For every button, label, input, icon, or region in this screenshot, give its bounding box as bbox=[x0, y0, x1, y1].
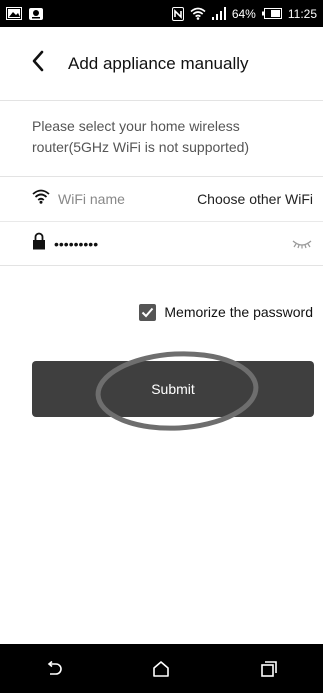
system-navigation-bar bbox=[0, 644, 323, 693]
recents-icon bbox=[261, 660, 277, 677]
app-header: Add appliance manually bbox=[0, 27, 323, 101]
status-bar: 64% 11:25 bbox=[0, 0, 323, 27]
wifi-icon bbox=[190, 7, 206, 20]
back-icon bbox=[47, 660, 62, 675]
memorize-password-checkbox[interactable] bbox=[139, 303, 157, 321]
image-icon bbox=[6, 7, 22, 20]
nav-recents-button[interactable] bbox=[249, 649, 289, 689]
nav-home-button[interactable] bbox=[141, 649, 181, 689]
wifi-name-field[interactable]: WiFi name bbox=[58, 191, 125, 207]
nfc-icon bbox=[171, 6, 184, 21]
signal-icon bbox=[211, 7, 226, 20]
password-row[interactable] bbox=[0, 221, 323, 265]
chevron-left-icon bbox=[31, 50, 45, 77]
memorize-password-label: Memorize the password bbox=[164, 304, 313, 320]
page-title: Add appliance manually bbox=[68, 53, 249, 73]
memorize-password-row: Memorize the password bbox=[0, 300, 323, 324]
notification-app-icon bbox=[28, 7, 44, 21]
checkmark-icon bbox=[142, 307, 154, 317]
lock-icon bbox=[32, 232, 46, 255]
choose-other-wifi-link[interactable]: Choose other WiFi bbox=[197, 191, 313, 207]
battery-icon bbox=[261, 8, 282, 19]
home-icon bbox=[153, 660, 170, 677]
nav-back-button[interactable] bbox=[34, 649, 74, 689]
eye-closed-icon[interactable] bbox=[291, 239, 313, 249]
wifi-icon bbox=[32, 189, 50, 209]
wifi-name-row[interactable]: WiFi name Choose other WiFi bbox=[0, 177, 323, 221]
battery-percent: 64% bbox=[231, 6, 256, 21]
submit-button[interactable]: Submit bbox=[32, 361, 314, 417]
status-time: 11:25 bbox=[287, 6, 317, 21]
password-field[interactable] bbox=[54, 235, 254, 252]
router-instructions: Please select your home wireless router(… bbox=[32, 118, 250, 155]
wifi-form: WiFi name Choose other WiFi bbox=[0, 176, 323, 266]
back-button[interactable] bbox=[20, 46, 56, 82]
